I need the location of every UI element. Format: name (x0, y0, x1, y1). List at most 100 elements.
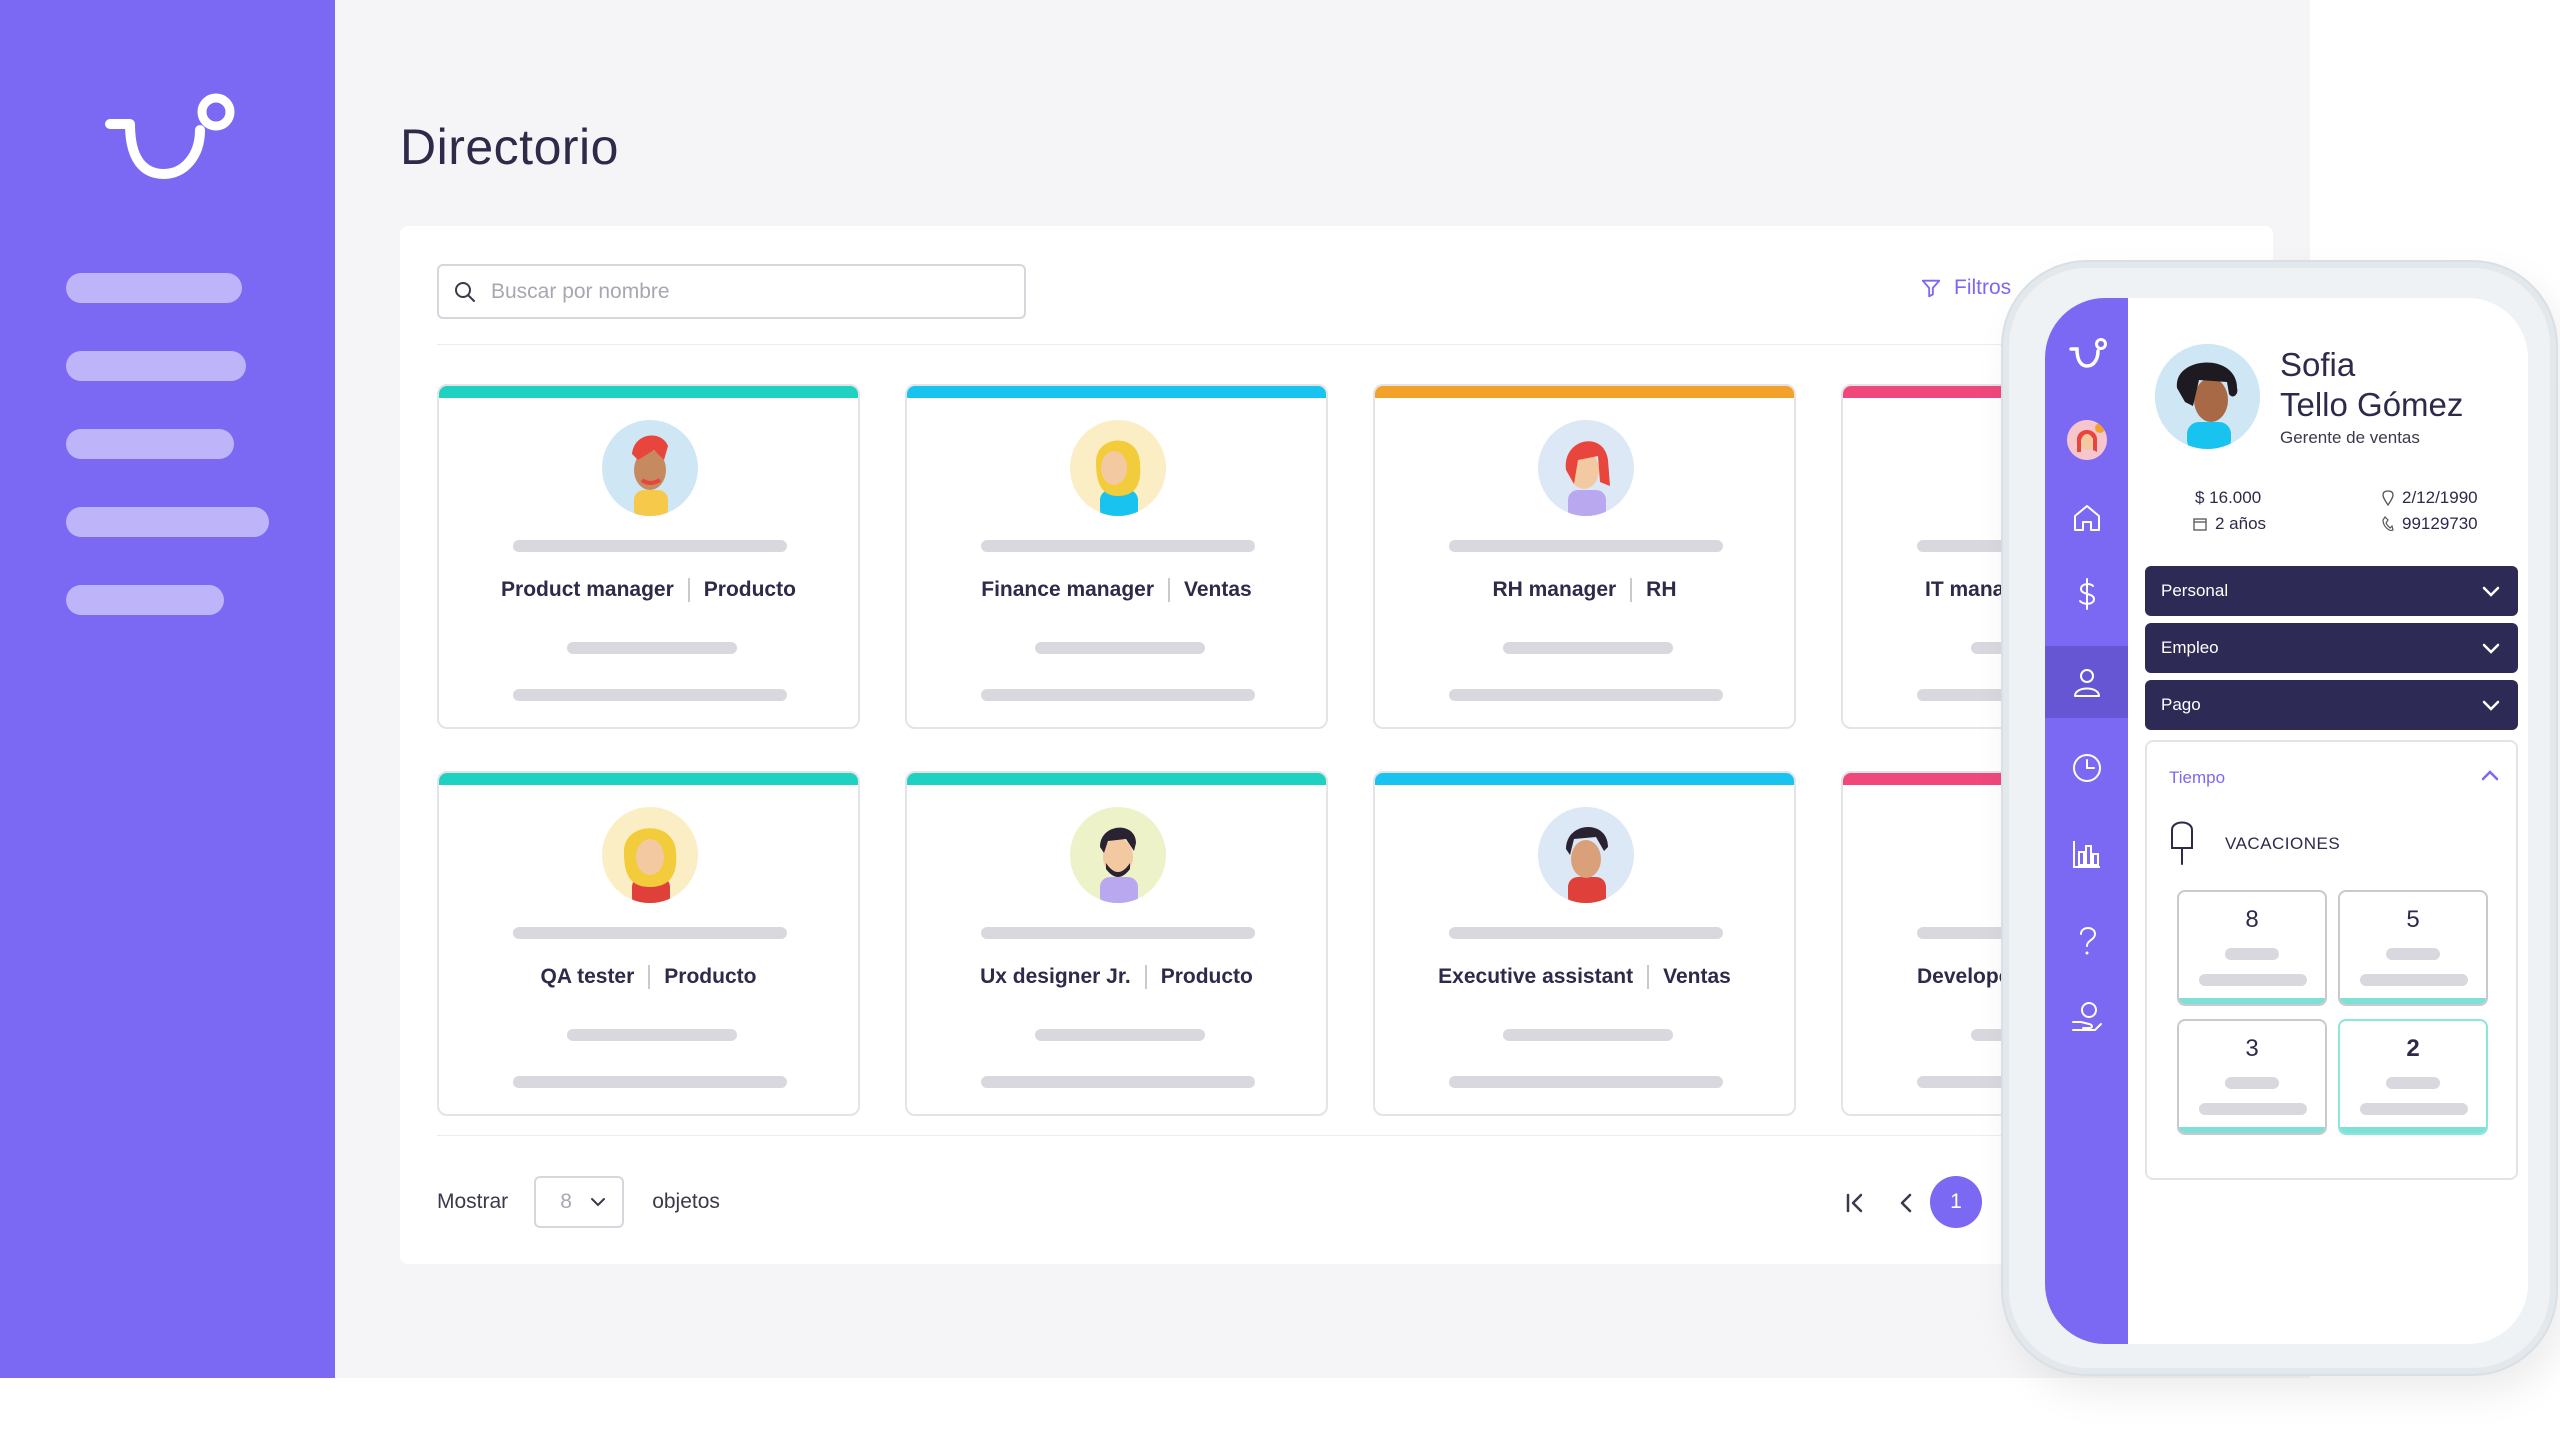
vacation-stat-box: 5 (2338, 890, 2488, 1006)
filters-button[interactable]: Filtros (1920, 276, 2011, 300)
filters-label: Filtros (1954, 276, 2012, 299)
clock-icon[interactable] (2067, 748, 2107, 788)
avatar-icon (1070, 420, 1166, 516)
chevron-up-icon[interactable] (2478, 764, 2502, 788)
page-size-select[interactable]: 8 (534, 1176, 625, 1228)
role-text: Executive assistant (1438, 965, 1634, 988)
vacation-stat-value: 8 (2245, 906, 2259, 933)
profile-avatar-icon (2155, 344, 2260, 449)
brand-logo-icon[interactable] (2067, 334, 2107, 374)
ice-cream-icon (2171, 821, 2193, 865)
separator (1144, 965, 1147, 990)
employee-card[interactable]: RH manager RH (1373, 384, 1796, 729)
birthdate-value: 2/12/1990 (2382, 488, 2478, 508)
divider (437, 1135, 2236, 1136)
employee-card[interactable]: Executive assistant Ventas (1373, 771, 1796, 1116)
role-text: Finance manager (981, 578, 1154, 601)
sidebar-item-3[interactable] (66, 429, 234, 459)
accordion-empleo[interactable]: Empleo (2145, 623, 2518, 673)
directory-panel: Filtros Product manager Producto (400, 226, 2273, 1264)
page-size-control: Mostrar 8 objetos (437, 1176, 720, 1228)
vacation-stat-value: 3 (2245, 1035, 2259, 1062)
placeholder-line (1503, 642, 1673, 654)
separator (1647, 965, 1650, 990)
vacations-label: VACACIONES (2225, 834, 2341, 853)
accordion-label: Empleo (2161, 638, 2219, 657)
stat-accent-bar (2179, 1127, 2325, 1133)
search-field[interactable] (437, 264, 1026, 319)
accordion-tiempo[interactable]: Tiempo VACACIONES 8 5 3 2 (2145, 740, 2518, 1180)
placeholder-line (2386, 948, 2440, 960)
avatar-icon (2067, 420, 2107, 460)
card-color-bar (1375, 773, 1794, 785)
page-size-value: 8 (560, 1190, 572, 1213)
role-text: Ux designer Jr. (980, 965, 1131, 988)
placeholder-line (2360, 974, 2468, 986)
placeholder-line (513, 1076, 787, 1088)
chevron-down-icon (2482, 643, 2500, 654)
profile-first-name: Sofia (2280, 346, 2356, 383)
filter-icon (1921, 279, 1941, 298)
help-icon[interactable] (2067, 920, 2107, 960)
sidebar-item-4[interactable] (66, 507, 269, 537)
card-color-bar (439, 773, 858, 785)
chart-icon[interactable] (2067, 834, 2107, 874)
phone-mockup: Sofia Tello Gómez Gerente de ventas $ 16… (2003, 262, 2556, 1374)
separator (687, 578, 690, 603)
placeholder-line (2225, 948, 2279, 960)
placeholder-line (981, 540, 1255, 552)
placeholder-line (1449, 1076, 1723, 1088)
vacation-stat-box: 2 (2338, 1019, 2488, 1135)
stat-accent-bar (2340, 998, 2486, 1004)
accordion-label: Tiempo (2169, 768, 2226, 787)
phone-screen: Sofia Tello Gómez Gerente de ventas $ 16… (2045, 298, 2528, 1344)
sidebar-item-5[interactable] (66, 585, 224, 615)
brand-logo-icon[interactable] (100, 90, 240, 190)
employee-card[interactable]: QA tester Producto (437, 771, 860, 1116)
tenure-value: 2 años (2193, 514, 2266, 534)
placeholder-line (981, 927, 1255, 939)
previous-page-icon[interactable] (1892, 1188, 1922, 1218)
placeholder-line (1449, 689, 1723, 701)
vacation-stat-value: 5 (2406, 906, 2420, 933)
placeholder-line (567, 642, 737, 654)
employee-card[interactable]: Finance manager Ventas (905, 384, 1328, 729)
avatar-icon (602, 420, 698, 516)
placeholder-line (1035, 1029, 1205, 1041)
role-text: Product manager (501, 578, 674, 601)
card-title: Finance manager Ventas (907, 578, 1326, 603)
employee-card[interactable]: Product manager Producto (437, 384, 860, 729)
separator (1630, 578, 1633, 603)
accordion-label: Personal (2161, 581, 2229, 600)
accordion-personal[interactable]: Personal (2145, 566, 2518, 616)
payment-hand-icon[interactable] (2067, 998, 2107, 1038)
stage: Directorio Filtros (0, 0, 2560, 1440)
user-avatar[interactable] (2067, 420, 2107, 460)
card-title: Executive assistant Ventas (1375, 965, 1794, 990)
stat-accent-bar (2340, 1127, 2486, 1133)
card-color-bar (907, 386, 1326, 398)
placeholder-line (1449, 540, 1723, 552)
dollar-icon[interactable] (2067, 574, 2107, 614)
calendar-icon (2193, 518, 2207, 531)
employee-card[interactable]: Ux designer Jr. Producto (905, 771, 1328, 1116)
first-page-icon[interactable] (1840, 1188, 1870, 1218)
sidebar-item-1[interactable] (66, 273, 242, 303)
user-icon[interactable] (2067, 662, 2107, 702)
placeholder-line (2225, 1077, 2279, 1089)
sidebar-item-2[interactable] (66, 351, 246, 381)
search-input[interactable] (491, 279, 1011, 304)
desktop-app: Directorio Filtros (0, 0, 2310, 1378)
home-icon[interactable] (2067, 498, 2107, 538)
card-color-bar (1375, 386, 1794, 398)
placeholder-line (2199, 974, 2307, 986)
dept-text: Ventas (1663, 965, 1731, 988)
page-button-current[interactable]: 1 (1930, 1176, 1982, 1228)
chevron-down-icon (591, 1198, 606, 1207)
placeholder-line (981, 1076, 1255, 1088)
accordion-pago[interactable]: Pago (2145, 680, 2518, 730)
card-title: RH manager RH (1375, 578, 1794, 603)
page-title: Directorio (400, 119, 619, 175)
profile-job-title: Gerente de ventas (2280, 428, 2420, 447)
avatar-icon (1538, 807, 1634, 903)
